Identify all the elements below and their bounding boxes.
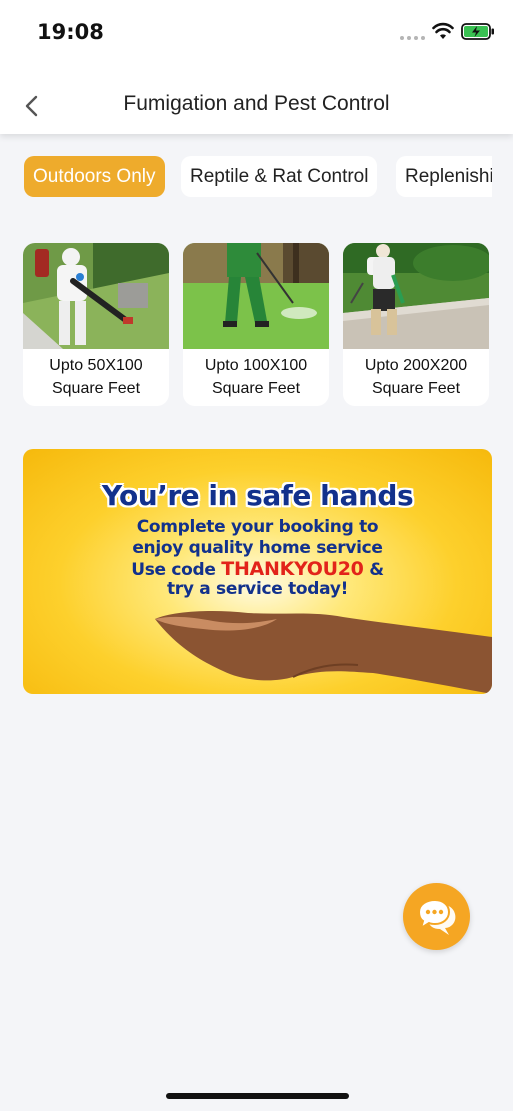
- banner-line-4: try a service today!: [166, 579, 349, 599]
- garden-spraying-photo: [343, 243, 489, 349]
- home-indicator[interactable]: [166, 1093, 349, 1099]
- banner-code-prefix: Use code: [131, 560, 216, 580]
- wifi-icon: [432, 22, 454, 39]
- status-time: 19:08: [37, 20, 104, 44]
- service-unit-label: Square Feet: [211, 380, 301, 397]
- header: 19:08 Fumigation and Pest Control: [0, 0, 513, 134]
- promo-code: THANKYOU20: [221, 558, 364, 580]
- banner-line-2: enjoy quality home service: [132, 538, 383, 558]
- promo-banner[interactable]: You’re in safe hands Complete your booki…: [23, 449, 492, 694]
- status-bar: 19:08: [0, 0, 513, 64]
- category-tabs: Outdoors Only Reptile & Rat Control Repl…: [24, 156, 492, 198]
- lawn-spraying-photo: [183, 243, 329, 349]
- chat-bubbles-icon: [417, 898, 456, 935]
- banner-title: You’re in safe hands: [101, 479, 414, 512]
- service-size-label: Upto 200X200: [364, 357, 468, 374]
- cellular-signal-icon: [400, 36, 425, 40]
- nav-bar: Fumigation and Pest Control: [0, 78, 513, 134]
- tab-replenishment[interactable]: Replenishi: [396, 156, 492, 197]
- open-hand-graphic: [155, 611, 492, 694]
- service-size-label: Upto 50X100: [49, 357, 143, 374]
- service-size-label: Upto 100X100: [204, 357, 308, 374]
- service-unit-label: Square Feet: [371, 380, 461, 397]
- tab-outdoors-only[interactable]: Outdoors Only: [24, 156, 165, 197]
- service-card-100x100[interactable]: Upto 100X100 Square Feet: [183, 243, 329, 406]
- banner-line-3: Use code THANKYOU20 &: [23, 558, 492, 580]
- fumigation-blower-photo: [23, 243, 169, 349]
- banner-code-suffix: &: [369, 560, 384, 580]
- tab-reptile-rat-control[interactable]: Reptile & Rat Control: [181, 156, 378, 197]
- service-card-200x200[interactable]: Upto 200X200 Square Feet: [343, 243, 489, 406]
- service-card-50x100[interactable]: Upto 50X100 Square Feet: [23, 243, 169, 406]
- battery-charging-icon: [461, 23, 494, 40]
- service-options: Upto 50X100 Square Feet Upto 100X100 Squ…: [0, 243, 513, 407]
- service-unit-label: Square Feet: [51, 380, 141, 397]
- page-title: Fumigation and Pest Control: [123, 92, 390, 115]
- chat-button[interactable]: [403, 883, 470, 950]
- banner-line-1: Complete your booking to: [136, 517, 379, 537]
